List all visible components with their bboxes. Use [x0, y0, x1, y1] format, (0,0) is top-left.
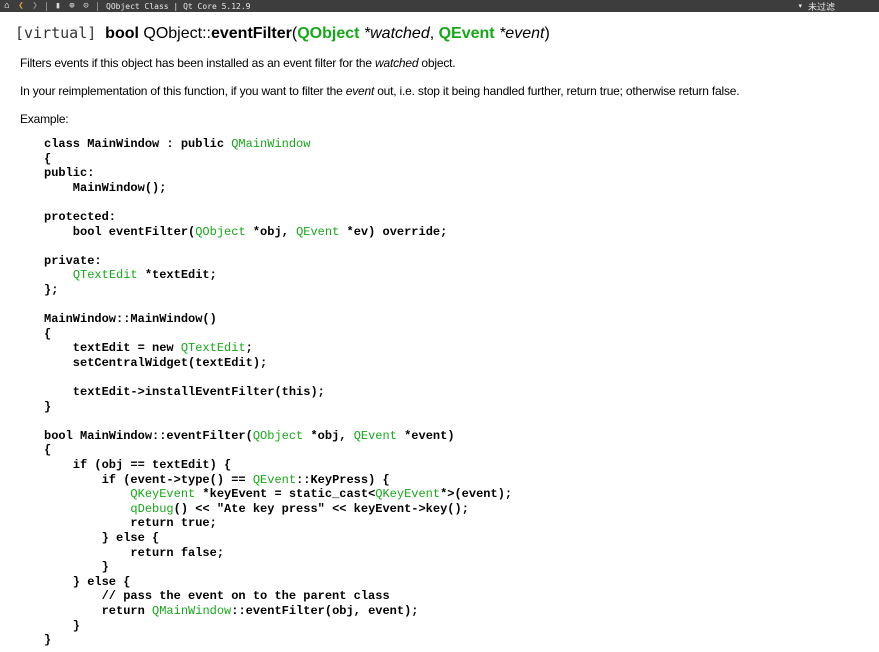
- doc-content: [virtual] bool QObject::eventFilter(QObj…: [0, 12, 879, 652]
- code-token: *ev) override;: [339, 224, 448, 239]
- code-token: return false;: [44, 545, 225, 560]
- code-token: ::KeyPress) {: [296, 472, 390, 487]
- text-run: Filters events if this object has been i…: [20, 56, 375, 70]
- text-run: out, i.e. stop it being handled further,…: [374, 84, 740, 98]
- code-token: return true;: [44, 516, 217, 531]
- back-icon[interactable]: ❮: [14, 0, 28, 12]
- param-watched: *watched: [359, 25, 430, 42]
- bookmark-icon[interactable]: ▮: [51, 0, 65, 12]
- method-name: eventFilter: [210, 25, 292, 42]
- code-token: *keyEvent = static_cast<: [195, 487, 376, 502]
- class-prefix: QObject::: [143, 25, 211, 42]
- toolbar-divider: [46, 1, 47, 11]
- code-token: if (event->type() ==: [44, 472, 253, 487]
- qkeyevent-link[interactable]: QKeyEvent: [375, 487, 440, 501]
- qkeyevent-link[interactable]: QKeyEvent: [130, 487, 195, 501]
- code-token: if (obj == textEdit) {: [44, 458, 232, 473]
- code-token: MainWindow::MainWindow(): [44, 312, 217, 327]
- example-label: Example:: [20, 112, 69, 126]
- param-comma: ,: [429, 25, 439, 42]
- qmainwindow-link[interactable]: QMainWindow: [152, 604, 231, 618]
- toolbar-divider: [97, 1, 98, 11]
- code-token: *obj,: [303, 428, 354, 443]
- code-token: *event): [396, 428, 455, 443]
- page-title: QObject Class | Qt Core 5.12.9: [106, 1, 251, 11]
- code-token: {: [44, 326, 52, 341]
- qevent-link[interactable]: QEvent: [253, 473, 296, 487]
- chevron-down-icon: ▾: [798, 2, 802, 10]
- qevent-type-link[interactable]: QEvent: [439, 25, 495, 42]
- browser-toolbar: ⌂ ❮ ❯ ▮ ⊕ ⊝ QObject Class | Qt Core 5.12…: [0, 0, 879, 13]
- param-event: *event: [494, 25, 545, 42]
- close-paren: ): [544, 25, 550, 42]
- code-token: }: [44, 633, 52, 648]
- code-token: ;: [245, 341, 253, 356]
- text-run: object.: [418, 56, 456, 70]
- filter-label: 未过滤: [807, 2, 835, 13]
- qdebug-link[interactable]: qDebug: [130, 502, 173, 516]
- code-token: textEdit = new: [44, 341, 181, 356]
- qevent-link[interactable]: QEvent: [354, 429, 397, 443]
- code-token: return: [44, 604, 153, 618]
- description-paragraph: Filters events if this object has been i…: [20, 56, 456, 71]
- code-token: // pass the event on to the parent class: [44, 589, 390, 604]
- qobject-type-link[interactable]: QObject: [297, 25, 359, 42]
- code-token: textEdit->installEventFilter(this);: [44, 385, 325, 400]
- code-token: bool eventFilter(: [44, 224, 196, 239]
- qtextedit-link[interactable]: QTextEdit: [181, 341, 246, 355]
- reimplementation-paragraph: In your reimplementation of this functio…: [20, 84, 740, 99]
- emphasis: event: [345, 84, 375, 98]
- globe-icon[interactable]: ⊕: [65, 0, 79, 12]
- code-token: }: [44, 399, 52, 414]
- code-token: } else {: [44, 574, 131, 589]
- code-token: *obj,: [245, 224, 297, 239]
- code-token: }: [44, 560, 109, 575]
- text-run: In your reimplementation of this functio…: [20, 84, 346, 98]
- qevent-link[interactable]: QEvent: [296, 225, 339, 239]
- code-token: *textEdit;: [137, 268, 217, 283]
- qtextedit-link[interactable]: QTextEdit: [73, 268, 138, 282]
- home-icon[interactable]: ⌂: [0, 0, 14, 12]
- code-token: public:: [44, 166, 95, 181]
- code-token: bool MainWindow::eventFilter(: [44, 428, 253, 443]
- qmainwindow-link[interactable]: QMainWindow: [231, 137, 310, 151]
- code-token: };: [44, 282, 59, 297]
- code-token: private:: [44, 253, 102, 268]
- code-token: () << "Ate key press" << keyEvent->key()…: [173, 501, 469, 516]
- code-token: } else {: [44, 531, 160, 546]
- forward-icon[interactable]: ❯: [28, 0, 42, 12]
- code-token: ::eventFilter(obj, event);: [231, 604, 419, 618]
- filter-dropdown[interactable]: ▾ 未过滤: [798, 0, 835, 13]
- code-token: }: [44, 618, 81, 633]
- code-token: {: [44, 443, 52, 458]
- qobject-link[interactable]: QObject: [195, 225, 245, 239]
- return-type: bool: [105, 25, 139, 42]
- code-token: protected:: [44, 209, 117, 224]
- code-token: {: [44, 151, 52, 166]
- code-token: setCentralWidget(textEdit);: [44, 355, 268, 370]
- code-token: MainWindow();: [44, 180, 167, 195]
- code-example: class MainWindow : public QMainWindow { …: [44, 137, 512, 648]
- code-token: *>(event);: [440, 487, 513, 502]
- function-signature: [virtual] bool QObject::eventFilter(QObj…: [15, 23, 550, 44]
- code-token: class MainWindow : public: [44, 137, 232, 151]
- link-icon[interactable]: ⊝: [79, 0, 93, 12]
- qobject-link[interactable]: QObject: [253, 429, 303, 443]
- virtual-keyword: [virtual]: [15, 24, 97, 42]
- emphasis: watched: [375, 56, 419, 70]
